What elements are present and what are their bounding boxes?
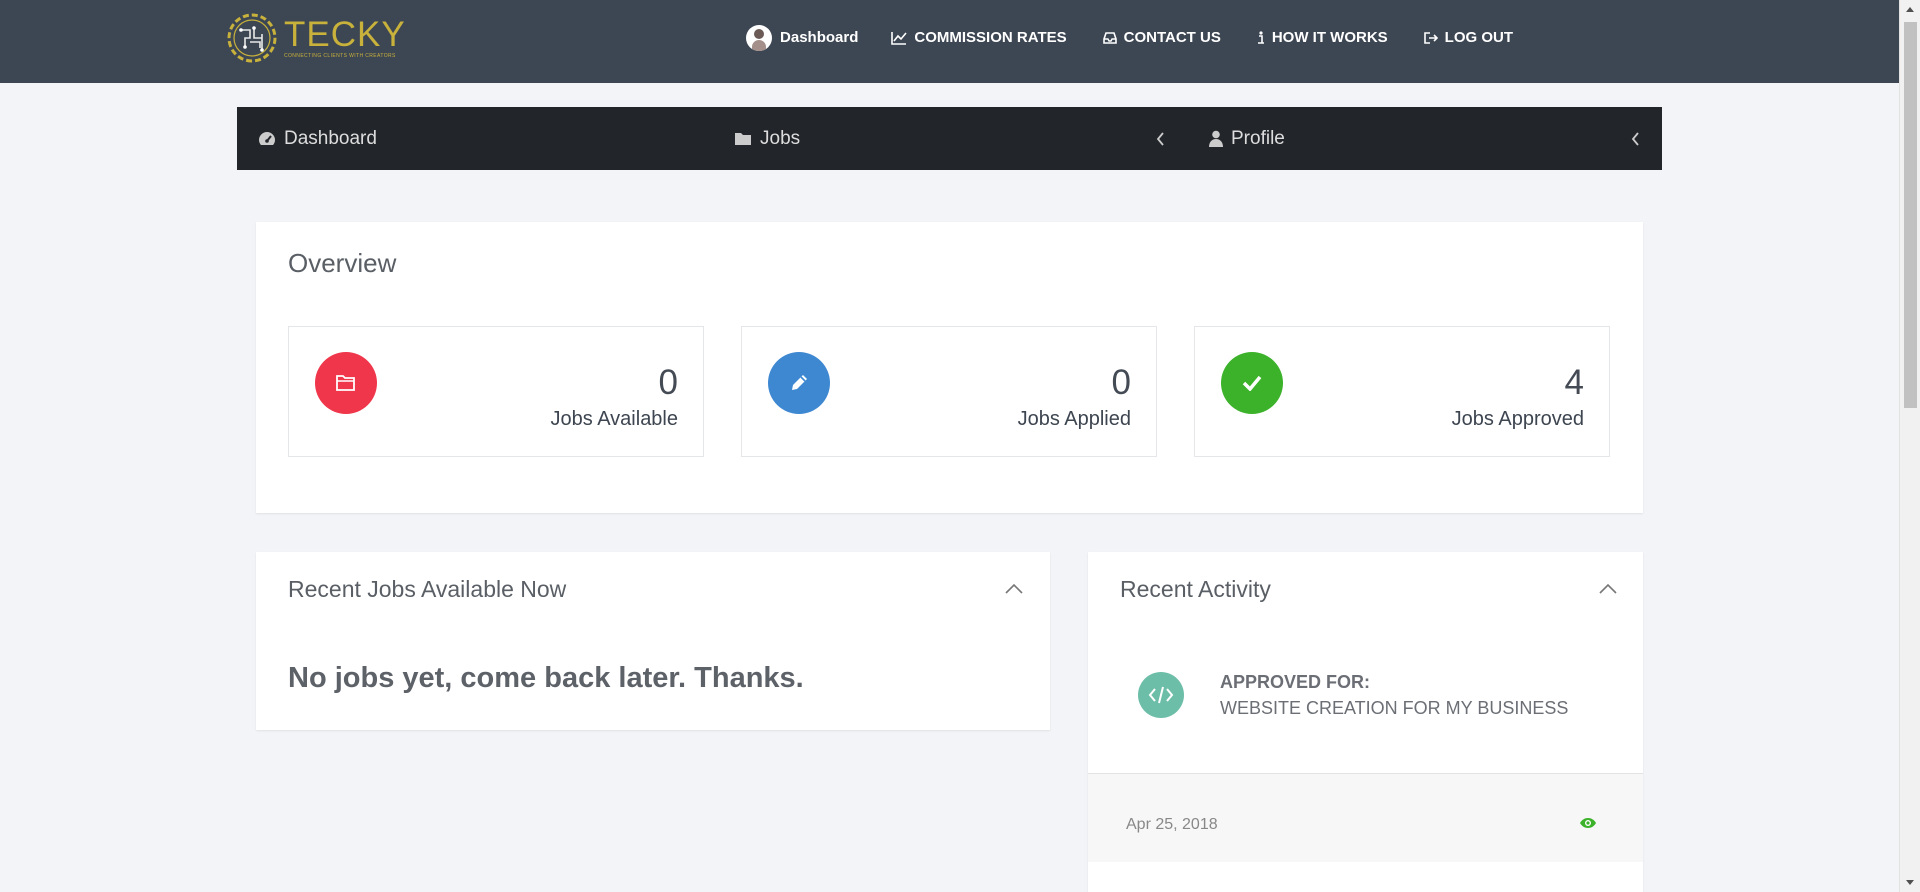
subnav-profile[interactable]: Profile: [1209, 107, 1285, 170]
topnav-contact-us[interactable]: CONTACT US: [1102, 29, 1221, 46]
stat-jobs-approved[interactable]: 4 Jobs Approved: [1194, 326, 1610, 457]
stat-jobs-available-value: 0: [658, 363, 678, 402]
topnav-how-label: HOW IT WORKS: [1271, 29, 1388, 46]
recent-jobs-collapse-button[interactable]: [1004, 582, 1024, 596]
scroll-down-arrow[interactable]: [1906, 880, 1914, 885]
avatar[interactable]: [746, 24, 773, 51]
chevron-left-icon: [1156, 131, 1164, 146]
topnav-commission-label: COMMISSION RATES: [914, 29, 1067, 46]
overview-title: Overview: [288, 248, 397, 278]
eye-icon: [1580, 818, 1596, 828]
activity-item-footer: Apr 25, 2018: [1088, 773, 1643, 862]
subnav-jobs-label: Jobs: [760, 127, 801, 149]
topnav-dashboard-label: Dashboard: [780, 29, 859, 46]
topnav-how-it-works[interactable]: HOW IT WORKS: [1257, 29, 1388, 46]
top-header: TECKY CONNECTING CLIENTS WITH CREATORS D…: [0, 0, 1899, 83]
secondary-nav: Dashboard Jobs Profile: [237, 107, 1662, 170]
scroll-thumb[interactable]: [1904, 22, 1917, 408]
stat-jobs-approved-label: Jobs Approved: [1451, 408, 1584, 430]
page-scrollbar[interactable]: [1899, 0, 1920, 892]
stat-jobs-available-label: Jobs Available: [550, 408, 679, 430]
stat-jobs-applied-label: Jobs Applied: [1017, 408, 1131, 430]
top-nav: Dashboard COMMISSION RATES CONTACT US HO…: [746, 0, 1513, 75]
subnav-jobs-chevron[interactable]: [1156, 107, 1165, 170]
folder-open-icon: [336, 375, 355, 391]
chevron-left-icon: [1631, 131, 1639, 146]
stat-jobs-approved-value: 4: [1564, 363, 1584, 402]
brand-tagline: CONNECTING CLIENTS WITH CREATORS: [284, 53, 396, 59]
subnav-profile-label: Profile: [1231, 127, 1285, 149]
brand-name: TECKY: [284, 15, 406, 54]
no-jobs-message: No jobs yet, come back later. Thanks.: [288, 662, 804, 694]
chevron-up-icon: [1599, 583, 1617, 594]
chevron-up-icon: [1005, 583, 1023, 594]
recent-activity-title: Recent Activity: [1120, 576, 1271, 602]
subnav-dashboard[interactable]: Dashboard: [258, 107, 377, 170]
line-chart-icon: [891, 31, 908, 45]
stat-jobs-available-circle: [315, 352, 377, 414]
stat-jobs-approved-circle: [1221, 352, 1283, 414]
activity-item-icon: [1138, 672, 1184, 718]
topnav-log-out[interactable]: LOG OUT: [1423, 29, 1513, 46]
folder-icon: [734, 131, 752, 146]
stat-jobs-applied[interactable]: 0 Jobs Applied: [741, 326, 1157, 457]
topnav-commission-rates[interactable]: COMMISSION RATES: [891, 29, 1067, 46]
sign-out-icon: [1423, 31, 1438, 44]
recent-activity-panel: Recent Activity APPROVED FOR: WEBSITE CR…: [1088, 552, 1643, 892]
activity-item-date: Apr 25, 2018: [1126, 816, 1218, 833]
info-icon: [1257, 30, 1265, 45]
subnav-jobs[interactable]: Jobs: [734, 107, 800, 170]
dashboard-icon: [258, 131, 276, 147]
pencil-icon: [792, 375, 807, 390]
activity-item-text[interactable]: WEBSITE CREATION FOR MY BUSINESS: [1220, 698, 1568, 719]
user-icon: [1209, 130, 1223, 147]
view-activity-button[interactable]: [1579, 816, 1597, 834]
code-icon: [1148, 686, 1174, 704]
overview-panel: Overview 0 Jobs Available 0 Jobs Applied…: [256, 222, 1643, 513]
scroll-up-arrow[interactable]: [1906, 7, 1914, 12]
logo[interactable]: TECKY CONNECTING CLIENTS WITH CREATORS: [224, 12, 406, 64]
stat-jobs-applied-value: 0: [1111, 363, 1131, 402]
check-icon: [1242, 375, 1262, 391]
topnav-contact-label: CONTACT US: [1123, 29, 1221, 46]
subnav-dashboard-label: Dashboard: [284, 127, 377, 149]
recent-jobs-title: Recent Jobs Available Now: [288, 576, 567, 602]
recent-jobs-panel: Recent Jobs Available Now No jobs yet, c…: [256, 552, 1050, 730]
logo-mark-icon: [227, 13, 277, 63]
inbox-icon: [1102, 31, 1117, 44]
activity-item-heading: APPROVED FOR:: [1220, 672, 1371, 692]
stat-jobs-available[interactable]: 0 Jobs Available: [288, 326, 704, 457]
topnav-dashboard[interactable]: Dashboard: [746, 24, 859, 51]
topnav-logout-label: LOG OUT: [1444, 29, 1513, 46]
recent-activity-collapse-button[interactable]: [1598, 582, 1618, 596]
subnav-profile-chevron[interactable]: [1631, 107, 1640, 170]
stat-jobs-applied-circle: [768, 352, 830, 414]
